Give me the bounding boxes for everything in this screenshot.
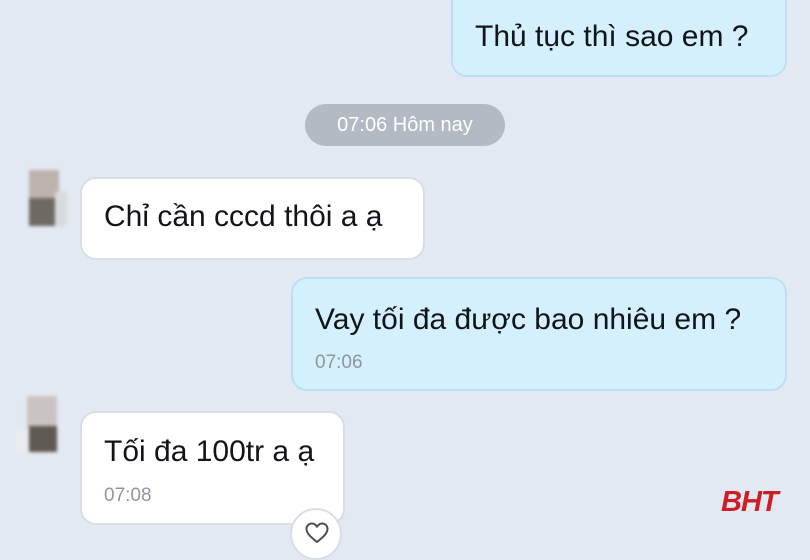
message-text: Vay tối đa được bao nhiêu em ?	[315, 303, 742, 336]
heart-icon	[305, 522, 329, 543]
message-text: Tối đa 100tr a ạ	[104, 435, 315, 468]
message-bubble-incoming[interactable]: Chỉ cần cccd thôi a ạ	[80, 177, 425, 260]
timestamp-divider: 07:06 Hôm nay	[305, 104, 505, 146]
message-bubble-outgoing[interactable]: Vay tối đa được bao nhiêu em ? 07:06	[291, 277, 787, 391]
reaction-button[interactable]	[290, 508, 342, 560]
message-text: Chỉ cần cccd thôi a ạ	[104, 200, 383, 233]
avatar[interactable]	[23, 170, 69, 230]
message-bubble-incoming[interactable]: Tối đa 100tr a ạ 07:08	[80, 411, 345, 525]
watermark-logo: BHT	[721, 486, 779, 518]
avatar[interactable]	[15, 396, 61, 456]
message-bubble-outgoing[interactable]: Thủ tục thì sao em ?	[451, 0, 787, 77]
message-time: 07:08	[104, 485, 152, 506]
message-text: Thủ tục thì sao em ?	[475, 20, 749, 53]
message-time: 07:06	[315, 352, 363, 373]
